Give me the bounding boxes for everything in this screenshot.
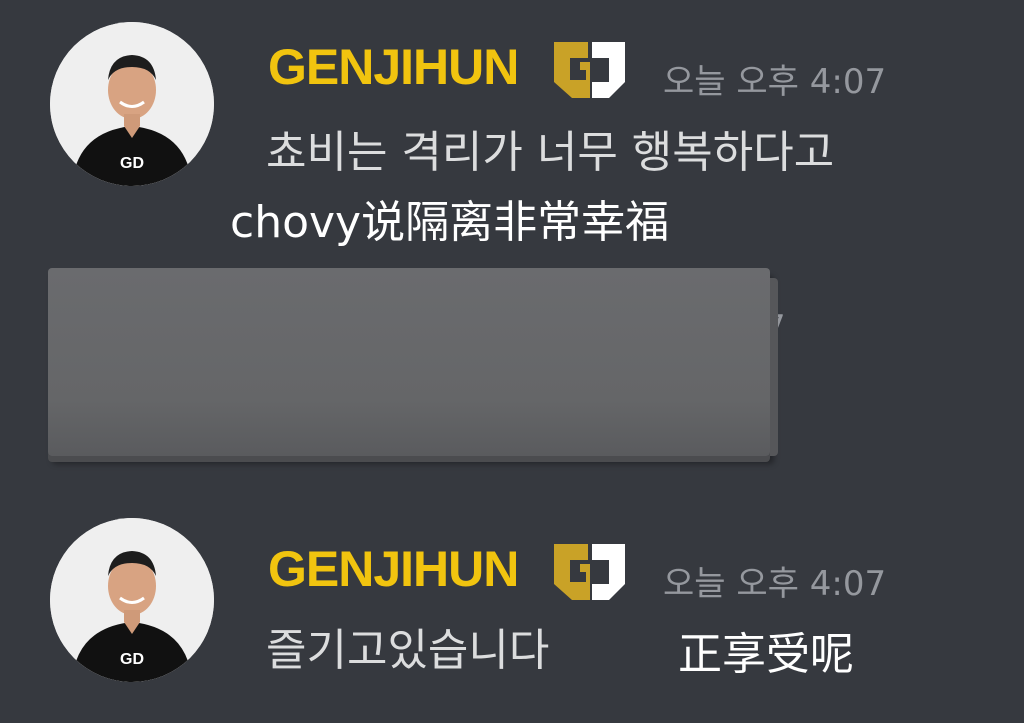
author-name[interactable]: GENJIHUN bbox=[268, 38, 519, 96]
avatar[interactable]: GD bbox=[50, 518, 214, 682]
message-text: 즐기고있습니다 bbox=[266, 625, 550, 676]
author-name[interactable]: GENJIHUN bbox=[268, 540, 519, 598]
redaction-edge bbox=[770, 278, 778, 456]
svg-text:GD: GD bbox=[120, 651, 144, 668]
message-1: GD GENJIHUN 오늘 오후 4:07 쵸비는 격리가 너무 행복하다고 … bbox=[0, 0, 1024, 250]
avatar-photo: GD bbox=[50, 518, 214, 682]
gen-g-badge-icon bbox=[552, 540, 627, 604]
timestamp: 오늘 오후 4:07 bbox=[663, 564, 887, 604]
message-text: 쵸비는 격리가 너무 행복하다고 bbox=[266, 127, 835, 178]
redacted-message-block bbox=[48, 268, 778, 456]
translation-caption: chovy说隔离非常幸福 bbox=[230, 197, 670, 248]
svg-text:GD: GD bbox=[120, 155, 144, 172]
avatar-photo: GD bbox=[50, 22, 214, 186]
gen-g-badge-icon bbox=[552, 38, 627, 102]
message-2: GD GENJIHUN 오늘 오후 4:07 즐기고있습니다 正享受呢 bbox=[0, 500, 1024, 723]
avatar[interactable]: GD bbox=[50, 22, 214, 186]
timestamp: 오늘 오후 4:07 bbox=[663, 62, 887, 102]
translation-caption: 正享受呢 bbox=[678, 629, 854, 680]
